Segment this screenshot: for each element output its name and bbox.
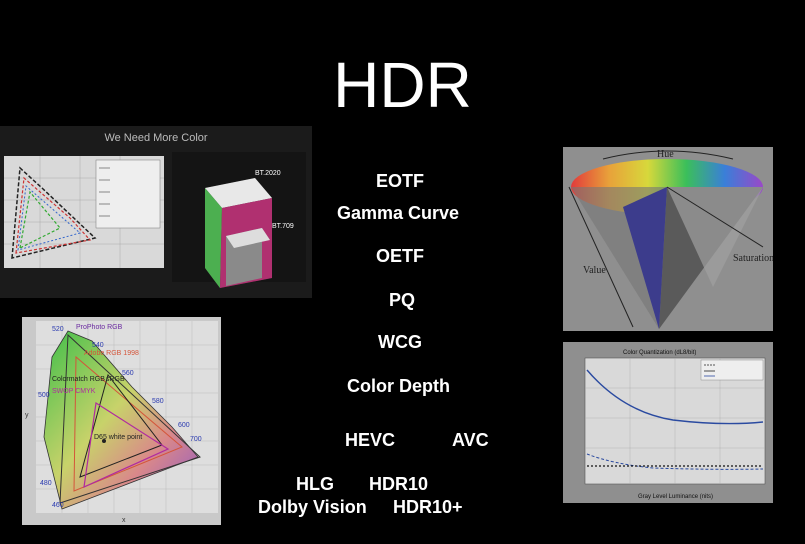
- label-bt709: BT.709: [272, 223, 294, 230]
- label-wl-500: 500: [38, 392, 50, 399]
- term-hdr10-plus: HDR10+: [393, 497, 463, 517]
- hsv-cone-diagram: Hue Value Saturation: [568, 149, 773, 329]
- label-hue: Hue: [657, 149, 674, 160]
- quantization-chart: Color Quantization (dL8/bit) Gray Level …: [584, 350, 766, 500]
- chart-title: Color Quantization (dL8/bit): [623, 350, 696, 356]
- term-gamma-curve: Gamma Curve: [337, 203, 460, 223]
- slide-title: HDR: [333, 49, 472, 121]
- term-pq: PQ: [389, 290, 416, 310]
- gamut-diagrams: BT.2020 BT.709: [4, 152, 306, 288]
- panel-hsv-cone: Hue Value Saturation: [563, 147, 773, 331]
- label-wl-600: 600: [178, 422, 190, 429]
- panel-cie-chart: ProPhoto RGB Adobe RGB 1998 sRGB Colorma…: [22, 317, 221, 525]
- label-wl-460: 460: [52, 502, 64, 509]
- label-d65: D65 white point: [94, 434, 142, 441]
- label-colormatch: Colormatch RGB: [52, 376, 105, 383]
- label-wl-700: 700: [190, 436, 202, 443]
- panel-quantization-chart: Color Quantization (dL8/bit) Gray Level …: [563, 342, 773, 503]
- label-adobe: Adobe RGB 1998: [84, 350, 139, 357]
- label-bt2020: BT.2020: [255, 170, 281, 177]
- panel-title: We Need More Color: [104, 132, 208, 144]
- term-dolby-vision: Dolby Vision: [258, 497, 367, 517]
- label-value: Value: [583, 265, 606, 276]
- term-hlg: HLG: [296, 474, 334, 494]
- label-wl-540: 540: [92, 342, 104, 349]
- label-saturation: Saturation: [733, 253, 773, 264]
- label-prophoto: ProPhoto RGB: [76, 324, 123, 331]
- label-wl-580: 580: [152, 398, 164, 405]
- label-wl-520: 520: [52, 326, 64, 333]
- label-srgb: sRGB: [106, 376, 125, 383]
- cie-diagram: ProPhoto RGB Adobe RGB 1998 sRGB Colorma…: [25, 321, 218, 524]
- x-axis-label: Gray Level Luminance (nits): [638, 494, 713, 500]
- panel-color-gamut-slide: We Need More Color BT.2020 BT.709: [0, 126, 312, 298]
- term-color-depth: Color Depth: [347, 376, 450, 396]
- y-axis-label: y: [25, 412, 29, 419]
- term-hevc: HEVC: [345, 430, 396, 450]
- label-wl-560: 560: [122, 370, 134, 377]
- term-hdr10: HDR10: [369, 474, 429, 494]
- x-axis-label: x: [122, 517, 126, 524]
- term-avc: AVC: [452, 430, 489, 450]
- term-eotf: EOTF: [376, 171, 424, 191]
- label-wl-480: 480: [40, 480, 52, 487]
- term-wcg: WCG: [378, 332, 422, 352]
- label-swop: SWOP CMYK: [52, 388, 96, 395]
- term-oetf: OETF: [376, 246, 424, 266]
